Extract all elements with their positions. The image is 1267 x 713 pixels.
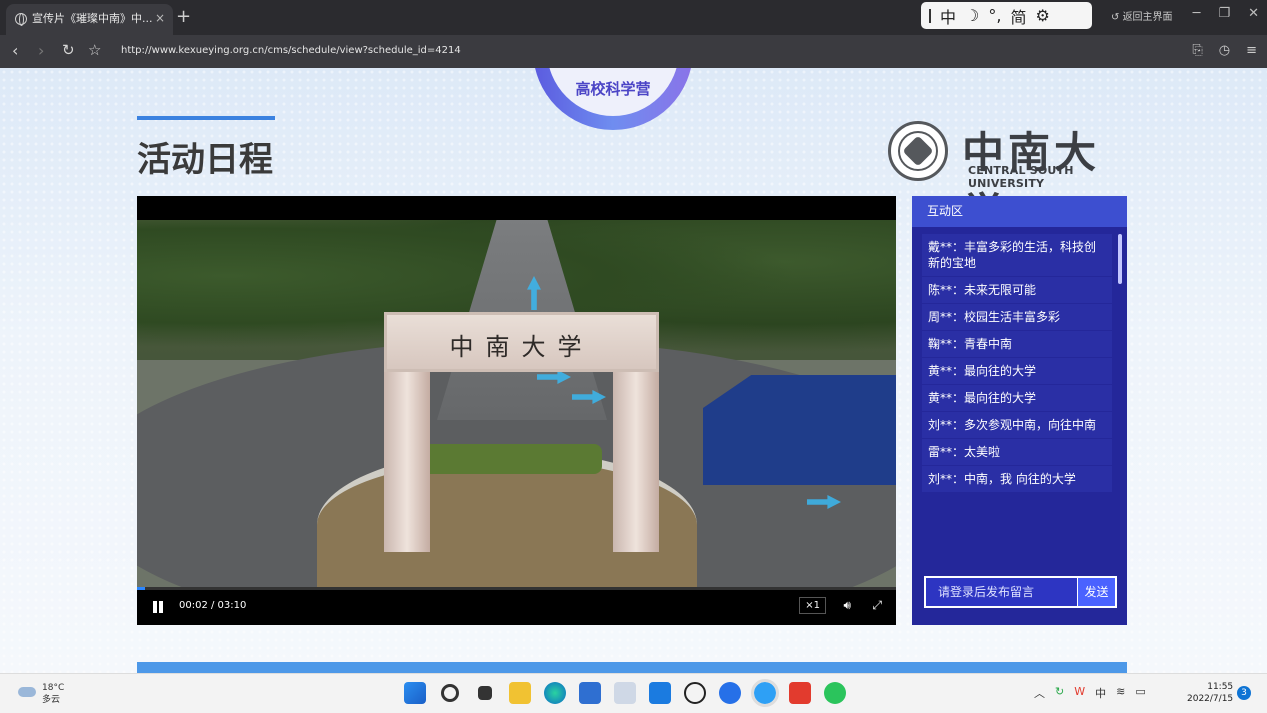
clock-time: 11:55 — [1207, 682, 1234, 692]
battery-icon[interactable]: ▭ — [1135, 685, 1145, 701]
gate-sign: 中南大学 — [384, 312, 659, 372]
globe-icon — [15, 13, 27, 26]
wps-icon[interactable] — [789, 682, 811, 704]
interaction-panel: 互动区 戴**：丰富多彩的生活，科技创新的宝地 陈**：未来无限可能 周**：校园生… — [912, 196, 1127, 625]
chat-message: 鞠**：青春中南 — [922, 331, 1112, 357]
file-explorer-icon[interactable] — [509, 682, 531, 704]
menu-icon[interactable]: ≡ — [1246, 43, 1257, 58]
video-frame[interactable]: 中南大学 — [137, 220, 896, 588]
reload-icon[interactable]: ↻ — [62, 41, 75, 59]
settings-icon[interactable]: ⚙ — [1035, 6, 1049, 25]
chat-message: 雷**：太美啦 — [922, 439, 1112, 465]
back-icon[interactable]: ‹ — [12, 41, 18, 60]
chat-message: 戴**：丰富多彩的生活，科技创新的宝地 — [922, 234, 1112, 276]
simplified-toggle[interactable]: 简 — [1010, 4, 1026, 28]
fullscreen-icon[interactable]: ⤢ — [872, 598, 882, 613]
pause-icon[interactable] — [153, 601, 157, 613]
chat-message: 周**：校园生活丰富多彩 — [922, 304, 1112, 330]
page-content: 高校科学营 活动日程 中南大学 CENTRAL SOUTH UNIVERSITY… — [0, 68, 1267, 673]
tab-close-button[interactable]: × — [155, 4, 165, 33]
new-tab-button[interactable]: + — [176, 5, 191, 29]
store-icon[interactable] — [579, 682, 601, 704]
university-seal-icon — [888, 121, 948, 181]
title-accent-line — [137, 116, 275, 120]
dell-icon[interactable] — [684, 682, 706, 704]
video-controls: 00:02 / 03:10 ×1 🔊︎ ⤢ — [137, 590, 896, 625]
back-home-label: 返回主界面 — [1122, 12, 1173, 23]
window-controls: ─ ❐ ✕ — [1193, 6, 1259, 21]
snipping-tool-icon[interactable] — [614, 682, 636, 704]
university-logo: 中南大学 CENTRAL SOUTH UNIVERSITY — [888, 119, 1128, 238]
interaction-panel-header: 互动区 — [912, 196, 1127, 227]
video-time: 00:02 / 03:10 — [179, 600, 247, 611]
comment-input[interactable] — [926, 578, 1077, 606]
address-bar: ‹ › ↻ ☆ http://www.kexueying.org.cn/cms/… — [0, 35, 1267, 68]
wifi-icon[interactable]: ≋ — [1116, 685, 1125, 701]
restore-button[interactable]: ❐ — [1218, 6, 1230, 21]
chat-message: 刘**：中南，我 向往的大学 — [922, 466, 1112, 492]
ime-handle[interactable] — [929, 8, 931, 23]
windows-start-icon[interactable] — [404, 682, 426, 704]
chat-message: 刘**：多次参观中南，向往中南 — [922, 412, 1112, 438]
browser-tab-bar: 宣传片《璀璨中南》中... × + 中 ☽ °, 简 ⚙ ↺ 返回主界面 ─ ❐… — [0, 0, 1267, 35]
chat-message: 黄**：最向往的大学 — [922, 385, 1112, 411]
page-title: 活动日程 — [137, 140, 273, 180]
url-field[interactable]: http://www.kexueying.org.cn/cms/schedule… — [121, 45, 461, 56]
mail-icon[interactable] — [649, 682, 671, 704]
volume-icon[interactable]: 🔊︎ — [843, 598, 851, 613]
forward-icon[interactable]: › — [38, 41, 44, 60]
weather-condition: 多云 — [42, 695, 61, 705]
video-player[interactable]: 中南大学 00:02 / 03:10 ×1 🔊︎ ⤢ — [137, 196, 896, 625]
ime-toolbar: 中 ☽ °, 简 ⚙ — [921, 2, 1092, 29]
ime-mode-toggle[interactable]: 中 — [940, 4, 956, 28]
message-list[interactable]: 戴**：丰富多彩的生活，科技创新的宝地 陈**：未来无限可能 周**：校园生活丰富多… — [922, 234, 1112, 493]
tab-title: 宣传片《璀璨中南》中... — [32, 12, 153, 25]
system-clock[interactable]: 11:55 2022/7/15 — [1187, 681, 1233, 705]
active-browser-icon[interactable] — [751, 679, 779, 707]
sync-icon[interactable]: ↻ — [1055, 685, 1064, 701]
playback-speed-button[interactable]: ×1 — [799, 597, 826, 614]
browser-tools: ⎘ ◷ ≡ — [1192, 43, 1257, 58]
gate-sign-text: 中南大学 — [449, 333, 594, 361]
history-icon[interactable]: ◷ — [1219, 43, 1230, 58]
logo-english-name: CENTRAL SOUTH UNIVERSITY — [968, 164, 1074, 190]
share-icon[interactable]: ⎘ — [1192, 43, 1202, 58]
notification-badge[interactable]: 3 — [1237, 686, 1251, 700]
search-icon[interactable] — [441, 684, 459, 702]
comment-form: 发送 — [924, 576, 1117, 608]
message-scrollbar[interactable] — [1118, 234, 1122, 284]
next-section-strip — [137, 662, 1127, 673]
cloud-icon — [18, 687, 36, 697]
back-home-button[interactable]: ↺ 返回主界面 — [1111, 8, 1173, 23]
minimize-button[interactable]: ─ — [1193, 6, 1201, 21]
wechat-icon[interactable] — [824, 682, 846, 704]
tray-expand-icon[interactable]: ︿ — [1034, 685, 1045, 701]
chat-message: 黄**：最向往的大学 — [922, 358, 1112, 384]
browser-tab[interactable]: 宣传片《璀璨中南》中... × — [6, 4, 173, 35]
send-button[interactable]: 发送 — [1077, 578, 1115, 606]
moon-icon[interactable]: ☽ — [965, 6, 979, 25]
wps-tray-icon[interactable]: W — [1074, 685, 1085, 701]
bookmark-star-icon[interactable]: ☆ — [88, 41, 101, 59]
blue-tent — [703, 375, 896, 485]
taskbar-apps — [404, 679, 846, 707]
punctuation-toggle[interactable]: °, — [988, 6, 1001, 25]
input-language[interactable]: 中 — [1095, 685, 1106, 701]
windows-taskbar: 18°C 多云 ︿ ↻ W 中 ≋ ▭ 11:55 2022/7/15 3 — [0, 673, 1267, 713]
weather-widget[interactable]: 18°C 多云 — [18, 682, 64, 706]
camp-badge-text: 高校科学营 — [547, 68, 679, 116]
weather-temp: 18°C — [42, 683, 65, 693]
close-window-button[interactable]: ✕ — [1248, 6, 1259, 21]
clock-date: 2022/7/15 — [1187, 694, 1234, 704]
system-tray: ︿ ↻ W 中 ≋ ▭ — [1034, 685, 1146, 701]
task-view-icon[interactable] — [478, 686, 492, 700]
chat-message: 陈**：未来无限可能 — [922, 277, 1112, 303]
app-icon[interactable] — [719, 682, 741, 704]
edge-icon[interactable] — [544, 682, 566, 704]
